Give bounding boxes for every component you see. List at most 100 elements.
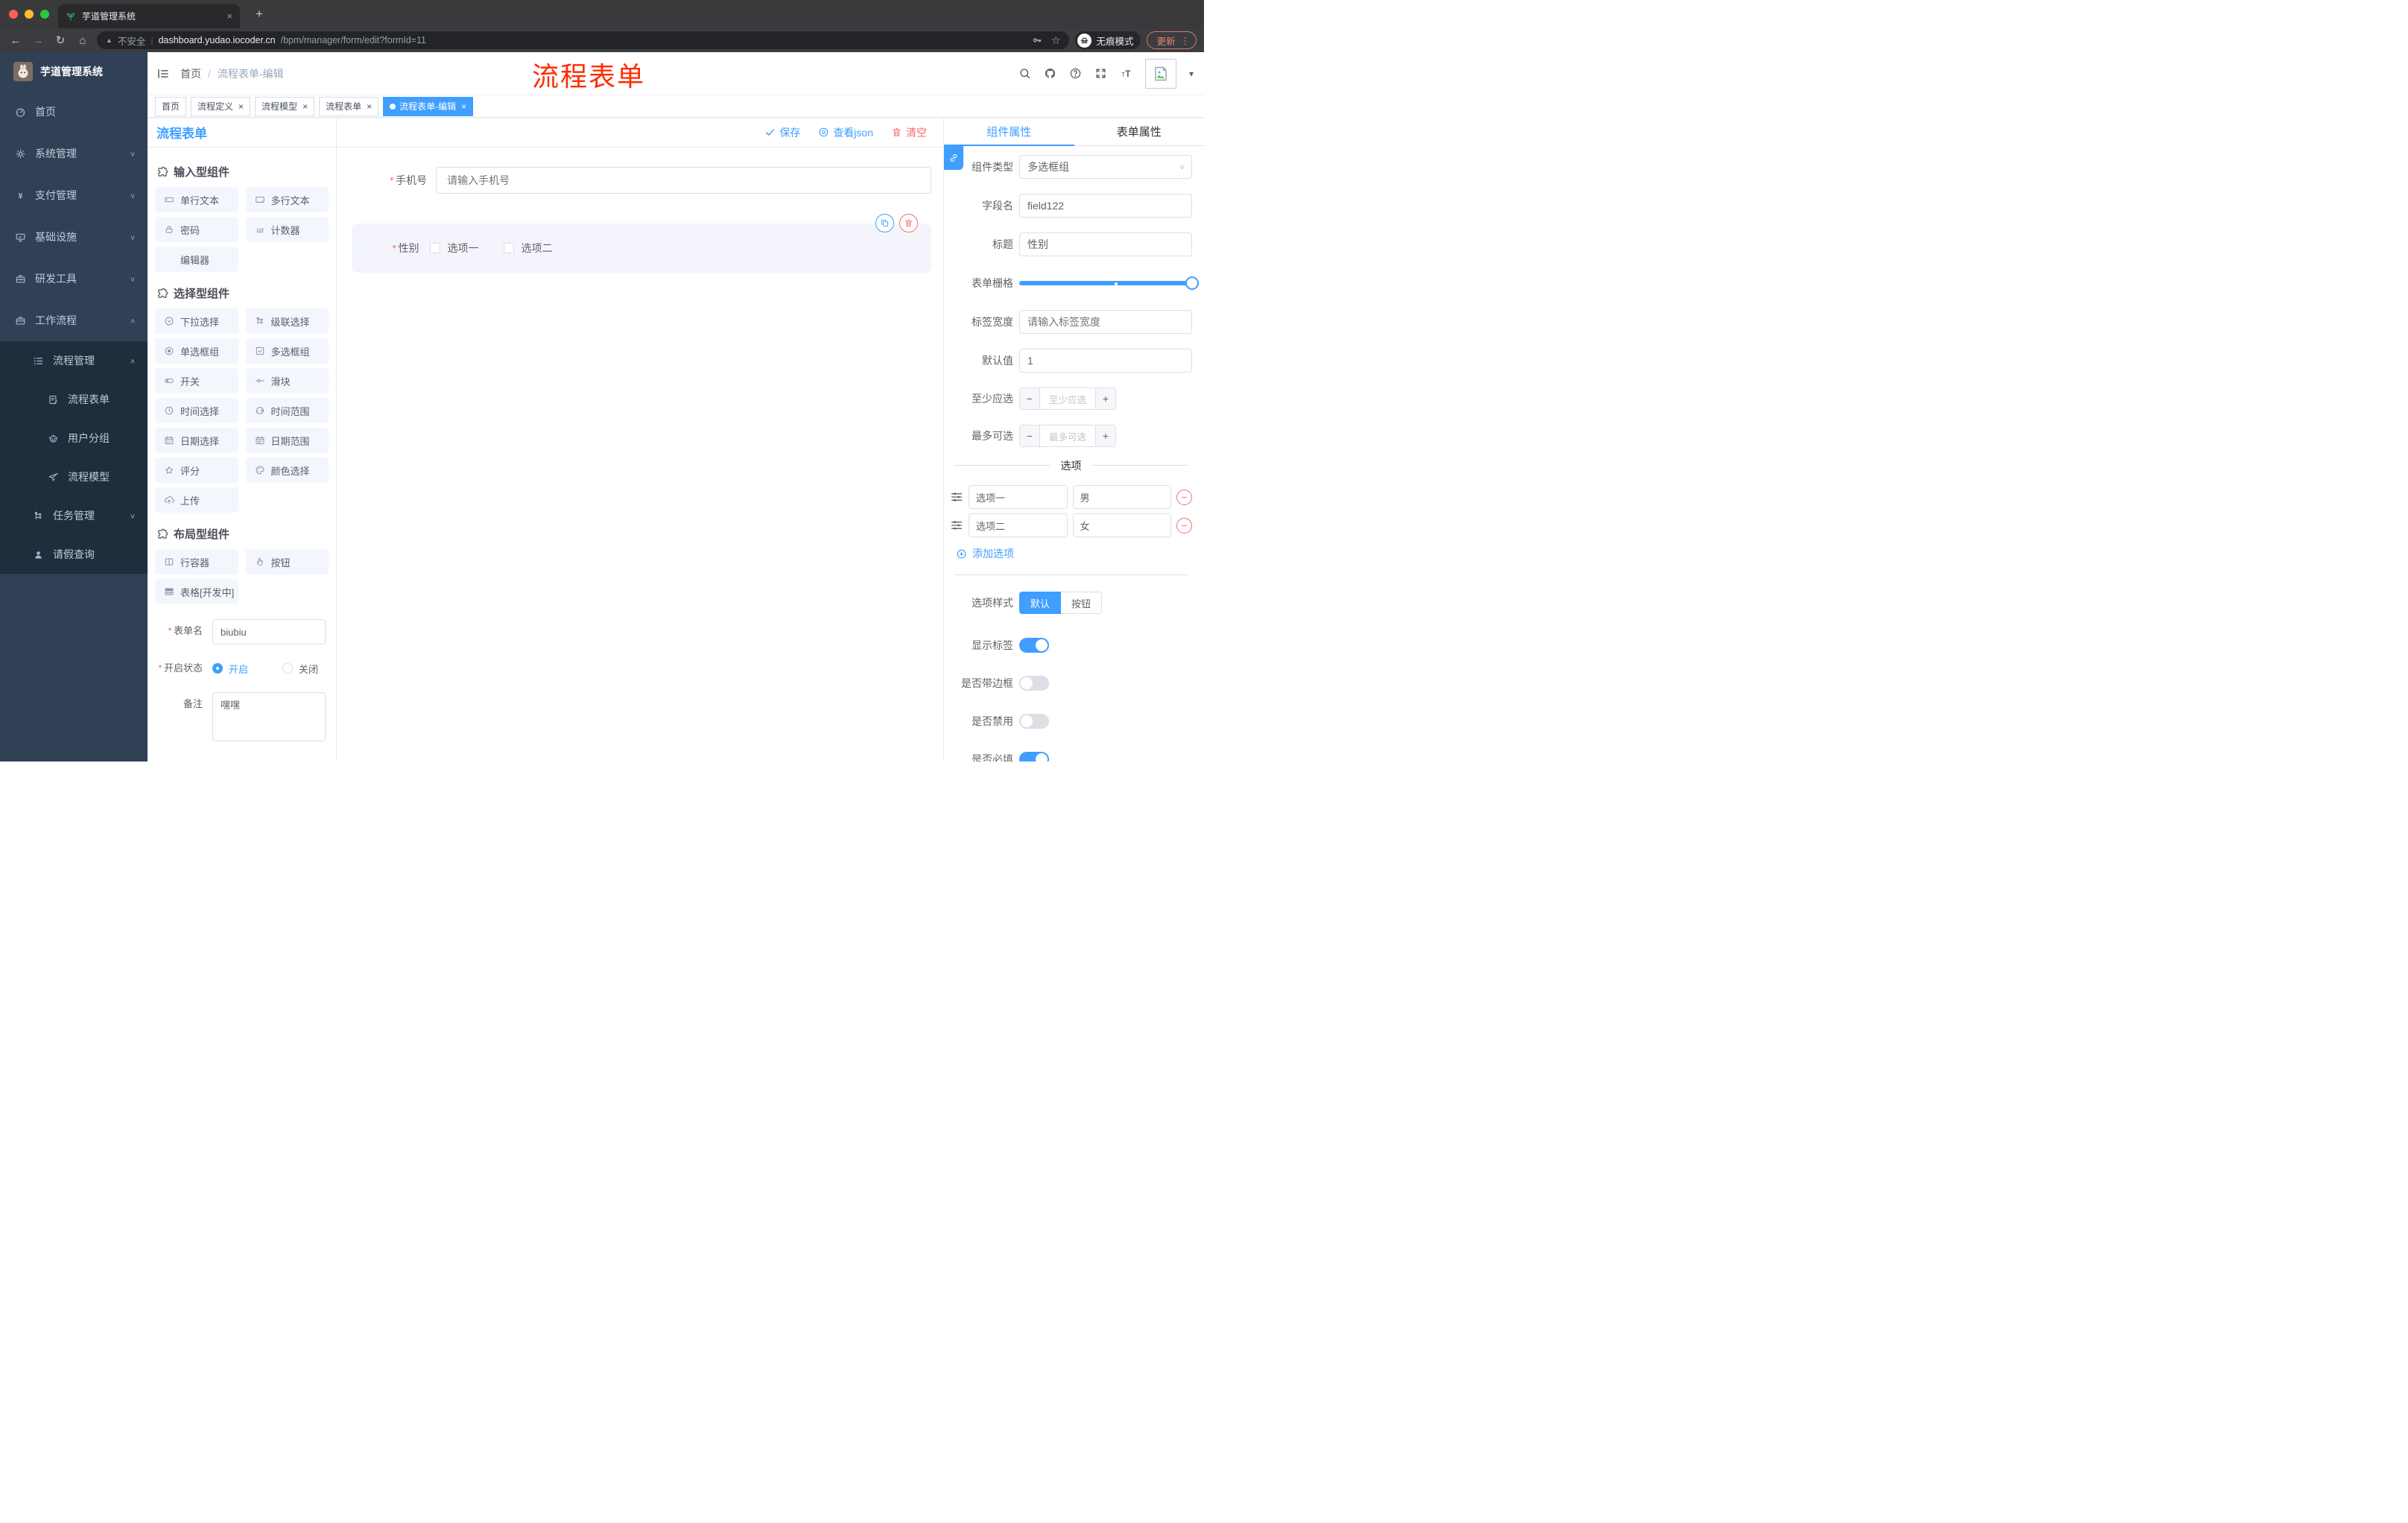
form-name-input[interactable] [212,619,326,645]
remove-option-button[interactable]: − [1176,517,1192,533]
palette-item[interactable]: 滑块 [245,368,329,393]
add-option-button[interactable]: 添加选项 [956,546,1192,561]
sidebar-subitem[interactable]: 请假查询 [0,535,148,574]
palette-item[interactable]: 行容器 [155,549,238,574]
palette-item[interactable]: 编辑器 [155,247,238,272]
phone-field-row[interactable]: * 手机号 [352,167,931,194]
phone-input[interactable] [436,167,931,194]
sidebar-item[interactable]: 支付管理 ∨ [0,174,148,216]
drag-handle-icon[interactable] [950,519,963,532]
tag-close-icon[interactable]: × [461,101,466,112]
sidebar-item[interactable]: 研发工具 ∨ [0,258,148,300]
password-key-icon[interactable] [1032,35,1042,45]
sidebar-logo[interactable]: 芋道管理系统 [0,52,148,91]
toggle-switch[interactable] [1019,714,1049,729]
palette-item[interactable]: 颜色选择 [245,457,329,483]
sidebar-item[interactable]: 系统管理 ∨ [0,133,148,174]
tag-close-icon[interactable]: × [302,101,308,112]
github-icon[interactable] [1044,67,1056,80]
min-select-value[interactable]: 至少应选 [1039,388,1096,409]
toggle-switch[interactable] [1019,676,1049,691]
copy-component-button[interactable] [875,214,894,232]
grid-slider[interactable] [1019,271,1199,295]
palette-item[interactable]: 日期选择 [155,428,238,453]
font-size-icon[interactable] [1120,67,1132,80]
gender-checkbox-option[interactable]: 选项二 [504,241,552,256]
avatar[interactable] [1144,58,1176,89]
breadcrumb-home[interactable]: 首页 [180,66,201,81]
palette-item[interactable]: 多行文本 [245,187,329,212]
palette-item[interactable]: 时间范围 [245,398,329,423]
window-close-button[interactable] [9,10,18,19]
default-value-input[interactable] [1019,349,1192,373]
radio-off-label[interactable]: 关闭 [299,662,318,676]
tag[interactable]: 流程定义 × [191,96,251,116]
sidebar-item[interactable]: 首页 [0,91,148,133]
radio-on[interactable] [212,663,223,674]
window-controls[interactable] [9,10,49,19]
reload-button[interactable]: ↻ [52,34,69,47]
gender-field-row[interactable]: * 性别 选项一 选项二 [352,224,931,273]
tag[interactable]: 首页 × [155,96,187,116]
sidebar-subitem[interactable]: 流程模型 [0,457,148,496]
window-zoom-button[interactable] [40,10,49,19]
browser-menu-dots-icon[interactable]: ⋮ [1181,35,1191,46]
fullscreen-icon[interactable] [1094,67,1107,80]
option-value-input[interactable] [1072,513,1171,537]
search-icon[interactable] [1018,67,1031,80]
tag-close-icon[interactable]: × [238,101,244,112]
stepper-plus-button[interactable]: + [1096,425,1115,446]
clear-button[interactable]: 清空 [891,125,927,140]
slider-handle[interactable] [1185,276,1199,290]
remove-option-button[interactable]: − [1176,489,1192,505]
palette-item[interactable]: 单选框组 [155,338,238,364]
sidebar-subitem[interactable]: 用户分组 [0,419,148,457]
palette-item[interactable]: 按钮 [245,549,329,574]
tag-close-icon[interactable]: × [367,101,372,112]
label-width-input[interactable] [1019,310,1192,334]
forward-button[interactable]: → [30,34,46,47]
new-tab-button[interactable]: + [250,5,268,23]
field-name-input[interactable] [1019,194,1192,218]
option-value-input[interactable] [1072,485,1171,509]
sidebar-item-process-manage[interactable]: 流程管理 ∧ [0,341,148,380]
gender-field-wrap[interactable]: * 性别 选项一 选项二 [352,214,931,273]
back-button[interactable]: ← [7,34,24,47]
palette-item[interactable]: 密码 [155,217,238,242]
sidebar-fold-icon[interactable] [156,67,170,80]
palette-item[interactable]: 评分 [155,457,238,483]
sidebar-subitem[interactable]: 任务管理 ∨ [0,496,148,535]
palette-item[interactable]: 上传 [155,487,238,513]
browser-update-button[interactable]: 更新 ⋮ [1147,31,1197,49]
palette-item[interactable]: 单行文本 [155,187,238,212]
home-button[interactable]: ⌂ [75,34,91,47]
option-label-input[interactable] [969,513,1068,537]
tab-close-icon[interactable]: × [226,10,232,22]
window-minimize-button[interactable] [25,10,34,19]
gender-checkbox-option[interactable]: 选项一 [430,241,478,256]
stepper-plus-button[interactable]: + [1096,388,1115,409]
toggle-switch[interactable] [1019,638,1049,653]
toggle-switch[interactable] [1019,752,1049,762]
palette-item[interactable]: 时间选择 [155,398,238,423]
checkbox-icon[interactable] [430,243,441,253]
component-type-select[interactable]: 多选框组 ∨ [1019,155,1192,179]
palette-item[interactable]: 计数器 [245,217,329,242]
palette-item[interactable]: 日期范围 [245,428,329,453]
option-label-input[interactable] [969,485,1068,509]
link-handle-button[interactable] [944,146,963,170]
style-button-button[interactable]: 按钮 [1061,592,1103,614]
bookmark-star-icon[interactable]: ☆ [1051,34,1061,47]
radio-on-label[interactable]: 开启 [229,662,248,676]
browser-tab[interactable]: 芋道管理系统 × [58,4,240,28]
max-select-value[interactable]: 最多可选 [1039,425,1096,446]
delete-component-button[interactable] [899,214,918,232]
title-input[interactable] [1019,232,1192,256]
tag[interactable]: 流程模型 × [255,96,315,116]
avatar-caret-icon[interactable]: ▾ [1189,69,1194,79]
sidebar-subitem[interactable]: 流程表单 [0,380,148,419]
slider-track[interactable] [1019,281,1192,285]
style-default-button[interactable]: 默认 [1019,592,1062,614]
drag-handle-icon[interactable] [950,490,963,504]
save-button[interactable]: 保存 [764,125,800,140]
